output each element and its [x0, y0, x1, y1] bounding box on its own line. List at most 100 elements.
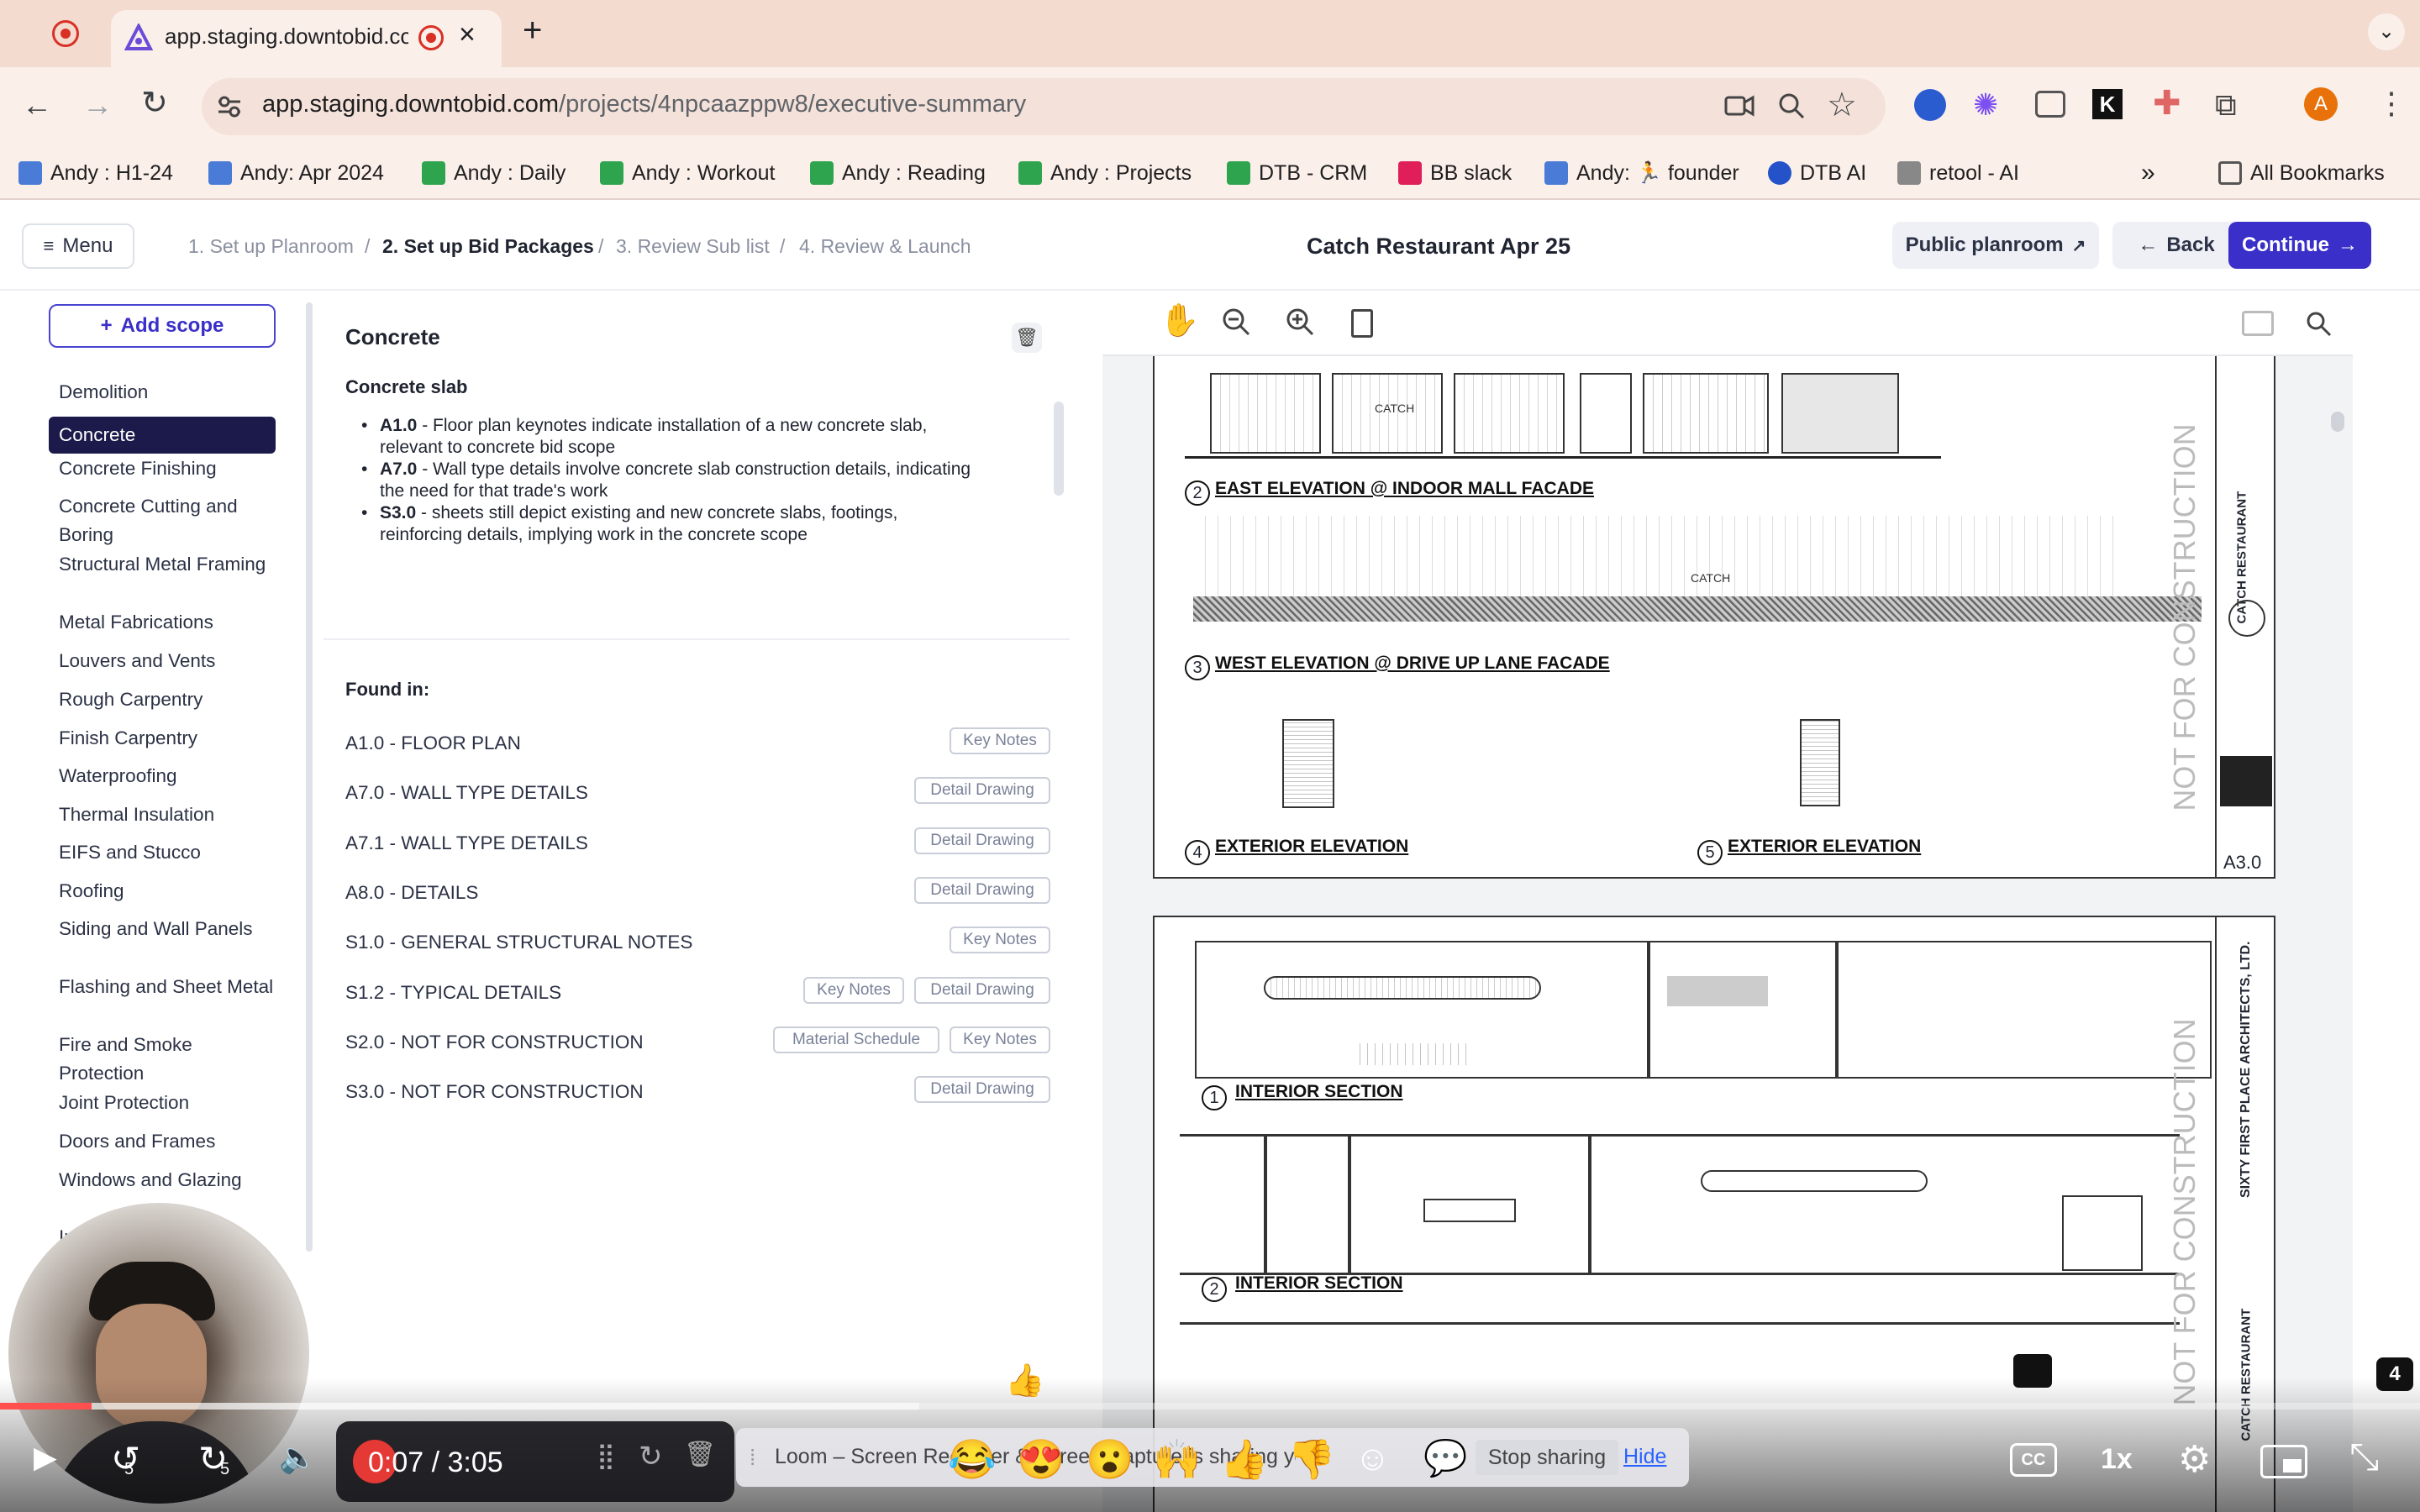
bookmark-item[interactable]: retool - AI — [1897, 158, 2019, 188]
reaction-thumbs-up[interactable]: 👍 — [1220, 1436, 1268, 1483]
found-in-tag[interactable]: Detail Drawing — [914, 777, 1050, 804]
sidebar-scrollbar[interactable] — [306, 302, 313, 1252]
found-in-sheet[interactable]: S1.0 - GENERAL STRUCTURAL NOTES — [345, 932, 692, 953]
sidebar-item-doors-and-frames[interactable]: Doors and Frames — [49, 1127, 276, 1156]
trash-icon[interactable]: 🗑 — [1012, 323, 1042, 353]
bookmark-item[interactable]: Andy : Reading — [810, 158, 986, 188]
found-in-tag[interactable]: Key Notes — [803, 977, 904, 1004]
bookmark-item[interactable]: Andy: Apr 2024 — [208, 158, 384, 188]
found-in-tag[interactable]: Detail Drawing — [914, 977, 1050, 1004]
found-in-tag[interactable]: Detail Drawing — [914, 827, 1050, 854]
bookmark-star-icon[interactable]: ☆ — [1827, 86, 1857, 124]
forward-arrow-icon[interactable]: → — [82, 87, 113, 123]
url-text[interactable]: app.staging.downtobid.com/projects/4npca… — [262, 91, 1026, 118]
active-tab[interactable]: app.staging.downtobid.co × — [111, 10, 502, 67]
pan-hand-icon[interactable]: ✋ — [1160, 302, 1199, 339]
found-in-sheet[interactable]: A7.1 - WALL TYPE DETAILS — [345, 832, 588, 854]
step-4[interactable]: 4. Review & Launch — [799, 235, 971, 258]
camera-icon[interactable] — [1724, 92, 1754, 119]
found-in-sheet[interactable]: A8.0 - DETAILS — [345, 882, 478, 904]
viewer-search-icon[interactable] — [2304, 309, 2333, 338]
found-in-tag[interactable]: Key Notes — [950, 727, 1050, 754]
extension-icon[interactable] — [1914, 89, 1946, 121]
drawing-sheet-a3[interactable]: CATCH 2 EAST ELEVATION @ INDOOR MALL FAC… — [1153, 356, 2275, 879]
bookmark-item[interactable]: Andy : H1-24 — [18, 158, 173, 188]
sidebar-item-concrete[interactable]: Concrete — [49, 417, 276, 454]
reaction-love[interactable]: 😍 — [1017, 1436, 1065, 1483]
sidebar-item-roofing[interactable]: Roofing — [49, 877, 276, 906]
picture-in-picture-icon[interactable] — [2260, 1445, 2307, 1478]
sidebar-item-waterproofing[interactable]: Waterproofing — [49, 762, 276, 790]
sidebar-item-demolition[interactable]: Demolition — [49, 378, 276, 407]
reaction-thumbs-down[interactable]: 👎 — [1287, 1436, 1335, 1483]
reaction-celebrate[interactable]: 🙌 — [1153, 1436, 1201, 1483]
bookmark-item[interactable]: Andy : Daily — [422, 158, 566, 188]
extension-cross-icon[interactable]: ✚ — [2153, 84, 2181, 123]
found-in-sheet[interactable]: S3.0 - NOT FOR CONSTRUCTION — [345, 1081, 644, 1103]
step-3[interactable]: 3. Review Sub list — [616, 235, 770, 258]
bookmark-item[interactable]: Andy : Projects — [1018, 158, 1192, 188]
sidebar-item-siding-and-wall-panels[interactable]: Siding and Wall Panels — [49, 915, 276, 943]
sidebar-item-rough-carpentry[interactable]: Rough Carpentry — [49, 685, 276, 714]
bookmark-item[interactable]: BB slack — [1398, 158, 1512, 188]
sidebar-item-finish-carpentry[interactable]: Finish Carpentry — [49, 724, 276, 753]
menu-button[interactable]: ≡ Menu — [22, 223, 134, 269]
sidebar-item-joint-protection[interactable]: Joint Protection — [49, 1089, 276, 1117]
step-1[interactable]: 1. Set up Planroom — [188, 235, 354, 258]
tab-search-chevron-icon[interactable]: ⌄ — [2368, 13, 2405, 50]
found-in-tag[interactable]: Material Schedule — [773, 1026, 939, 1053]
print-icon[interactable] — [2242, 311, 2274, 336]
comment-marker-icon[interactable] — [2013, 1354, 2052, 1388]
settings-gear-icon[interactable]: ⚙ — [2178, 1438, 2211, 1481]
restart-icon[interactable]: ↻ — [639, 1440, 663, 1473]
found-in-tag[interactable]: Detail Drawing — [914, 877, 1050, 904]
sidebar-item-concrete-finishing[interactable]: Concrete Finishing — [49, 454, 276, 483]
extension-flower-icon[interactable]: ✺ — [1973, 87, 1998, 123]
add-reaction-icon[interactable]: ☺ — [1355, 1438, 1391, 1478]
sidebar-item-fire-and-smoke-protection[interactable]: Fire and Smoke Protection — [49, 1031, 276, 1088]
sidebar-item-metal-fabrications[interactable]: Metal Fabrications — [49, 608, 276, 637]
found-in-sheet[interactable]: S1.2 - TYPICAL DETAILS — [345, 982, 561, 1004]
reload-icon[interactable]: ↻ — [141, 84, 168, 122]
sidebar-item-thermal-insulation[interactable]: Thermal Insulation — [49, 801, 276, 829]
exit-fullscreen-icon[interactable]: ⤡ — [2349, 1436, 2379, 1478]
sidebar-item-structural-metal-framing[interactable]: Structural Metal Framing — [49, 550, 276, 579]
page-view-icon[interactable] — [1351, 309, 1373, 338]
detail-scrollbar[interactable] — [1054, 402, 1064, 496]
found-in-sheet[interactable]: A7.0 - WALL TYPE DETAILS — [345, 782, 588, 804]
close-tab-icon[interactable]: × — [459, 18, 476, 51]
play-icon[interactable]: ▶ — [34, 1440, 57, 1475]
new-tab-icon[interactable]: + — [523, 12, 542, 50]
drag-handle-icon[interactable]: ⣿ — [597, 1441, 615, 1471]
viewer-scrollbar[interactable] — [2331, 412, 2344, 432]
found-in-tag[interactable]: Key Notes — [950, 1026, 1050, 1053]
public-planroom-button[interactable]: Public planroom ↗ — [1892, 222, 2099, 269]
found-in-sheet[interactable]: S2.0 - NOT FOR CONSTRUCTION — [345, 1032, 644, 1053]
profile-avatar[interactable]: A — [2304, 87, 2338, 121]
extensions-puzzle-icon[interactable]: ⧉ — [2215, 87, 2237, 123]
found-in-sheet[interactable]: A1.0 - FLOOR PLAN — [345, 732, 521, 754]
volume-icon[interactable]: 🔈 — [279, 1440, 317, 1475]
back-arrow-icon[interactable]: ← — [22, 87, 52, 123]
extension-k-icon[interactable]: K — [2092, 89, 2123, 119]
site-settings-icon[interactable] — [215, 92, 244, 121]
zoom-in-icon[interactable] — [1284, 306, 1316, 338]
playback-speed[interactable]: 1x — [2101, 1443, 2133, 1476]
extension-box-icon[interactable] — [2035, 91, 2065, 118]
bookmark-item[interactable]: Andy : Workout — [600, 158, 775, 188]
all-bookmarks[interactable]: All Bookmarks — [2218, 158, 2385, 188]
comment-icon[interactable]: 💬 — [1423, 1438, 1467, 1479]
sidebar-item-windows-and-glazing[interactable]: Windows and Glazing — [49, 1166, 276, 1194]
bookmark-item[interactable]: DTB - CRM — [1227, 158, 1367, 188]
reaction-laugh[interactable]: 😂 — [948, 1436, 996, 1483]
sidebar-item-concrete-cutting-and-boring[interactable]: Concrete Cutting and Boring — [49, 492, 276, 549]
browser-menu-icon[interactable]: ⋮ — [2376, 86, 2407, 121]
sidebar-item-eifs-and-stucco[interactable]: EIFS and Stucco — [49, 838, 276, 867]
hide-button[interactable]: Hide — [1623, 1445, 1666, 1469]
bookmark-item[interactable]: DTB AI — [1768, 158, 1866, 188]
zoom-out-icon[interactable] — [1220, 306, 1252, 338]
bookmarks-overflow-button[interactable]: » — [2141, 158, 2155, 188]
bookmark-item[interactable]: Andy: 🏃 founder — [1544, 158, 1739, 188]
step-2-current[interactable]: 2. Set up Bid Packages — [382, 235, 594, 258]
found-in-tag[interactable]: Key Notes — [950, 927, 1050, 953]
